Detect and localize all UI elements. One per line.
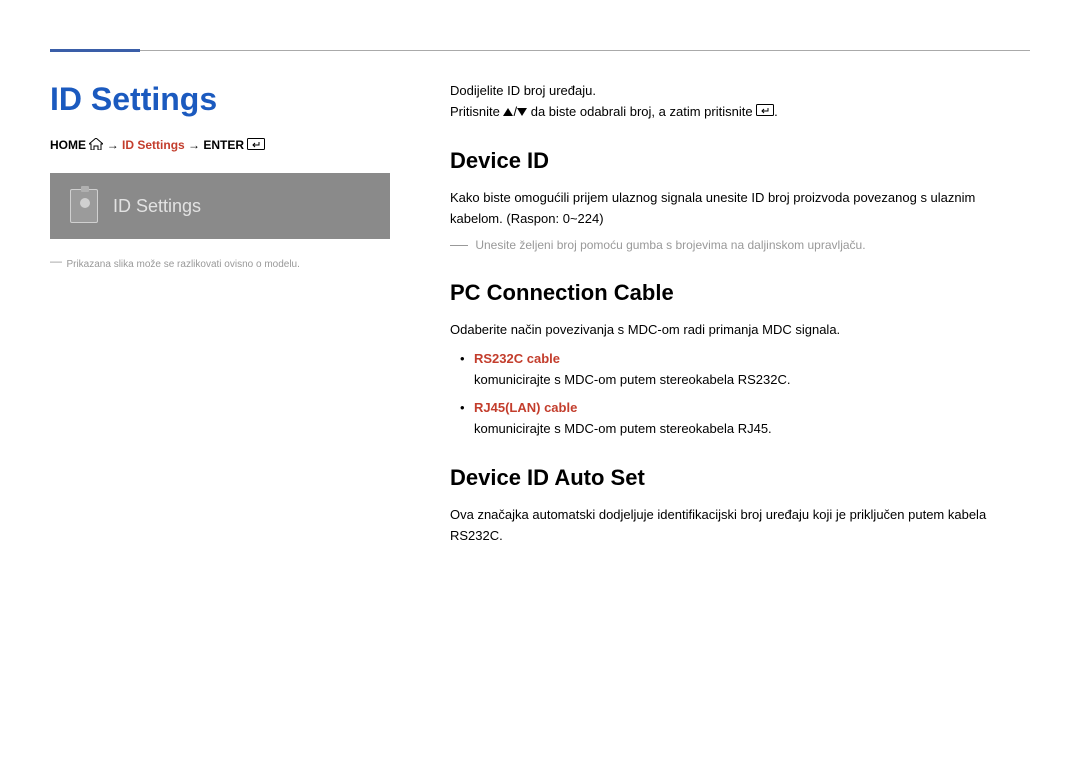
intro-line-2a: Pritisnite <box>450 104 503 119</box>
device-id-section: Device ID Kako biste omogućili prijem ul… <box>450 143 1030 255</box>
intro-line-2c: . <box>774 104 778 119</box>
pc-cable-body: Odaberite način povezivanja s MDC-om rad… <box>450 320 1030 341</box>
auto-set-body: Ova značajka automatski dodjeljuje ident… <box>450 505 1030 547</box>
left-footnote: Prikazana slika može se razlikovati ovis… <box>66 259 299 270</box>
top-bar <box>50 50 1030 51</box>
left-column: ID Settings HOME → ID Settings → ENTER I… <box>50 81 390 567</box>
device-id-body: Kako biste omogućili prijem ulaznog sign… <box>450 188 1030 230</box>
arrow-up-icon <box>503 102 513 123</box>
right-column: Dodijelite ID broj uređaju. Pritisnite /… <box>450 81 1030 567</box>
list-item: RJ45(LAN) cable komunicirajte s MDC-om p… <box>450 398 1030 440</box>
enter-icon-inline <box>756 102 774 123</box>
footnote-dash: ― <box>50 254 62 268</box>
home-icon <box>89 138 103 153</box>
page-title: ID Settings <box>50 81 390 118</box>
auto-set-section: Device ID Auto Set Ova značajka automats… <box>450 460 1030 547</box>
breadcrumb-arrow-2: → <box>188 138 200 152</box>
cable-desc: komunicirajte s MDC-om putem stereokabel… <box>474 370 1030 391</box>
breadcrumb-mid: ID Settings <box>122 138 185 152</box>
ui-card-label: ID Settings <box>113 196 201 217</box>
cable-name: RJ45(LAN) cable <box>474 400 577 415</box>
breadcrumb: HOME → ID Settings → ENTER <box>50 138 390 153</box>
list-item: RS232C cable komunicirajte s MDC-om pute… <box>450 349 1030 391</box>
breadcrumb-enter: ENTER <box>203 138 244 152</box>
enter-icon <box>247 138 265 153</box>
device-id-title: Device ID <box>450 143 1030 178</box>
note-dash-icon <box>450 245 468 246</box>
ui-card: ID Settings <box>50 173 390 239</box>
intro-line-2: Pritisnite / da biste odabrali broj, a z… <box>450 102 1030 123</box>
breadcrumb-home: HOME <box>50 138 86 152</box>
id-badge-icon <box>70 189 98 223</box>
device-id-note-row: Unesite željeni broj pomoću gumba s broj… <box>450 236 1030 255</box>
top-bar-accent <box>50 49 140 52</box>
breadcrumb-arrow-1: → <box>107 138 119 152</box>
intro-section: Dodijelite ID broj uređaju. Pritisnite /… <box>450 81 1030 123</box>
pc-cable-section: PC Connection Cable Odaberite način pove… <box>450 275 1030 440</box>
page: ID Settings HOME → ID Settings → ENTER I… <box>0 0 1080 567</box>
device-id-note: Unesite željeni broj pomoću gumba s broj… <box>475 238 865 252</box>
arrow-down-icon <box>517 102 527 123</box>
content: ID Settings HOME → ID Settings → ENTER I… <box>50 81 1030 567</box>
intro-line-1: Dodijelite ID broj uređaju. <box>450 81 1030 102</box>
pc-cable-title: PC Connection Cable <box>450 275 1030 310</box>
auto-set-title: Device ID Auto Set <box>450 460 1030 495</box>
cable-desc: komunicirajte s MDC-om putem stereokabel… <box>474 419 1030 440</box>
cable-list: RS232C cable komunicirajte s MDC-om pute… <box>450 349 1030 440</box>
intro-line-2b: da biste odabrali broj, a zatim pritisni… <box>531 104 756 119</box>
cable-name: RS232C cable <box>474 351 560 366</box>
left-footnote-row: ― Prikazana slika može se razlikovati ov… <box>50 254 390 272</box>
